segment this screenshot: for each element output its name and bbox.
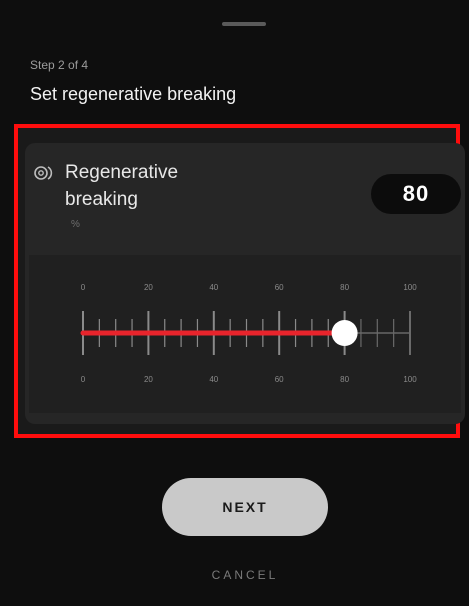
slider-thumb[interactable] [331,320,358,346]
next-button[interactable]: NEXT [162,478,328,536]
regen-slider[interactable] [29,255,461,413]
tick-label: 80 [340,375,350,384]
regen-icon [34,166,53,180]
setting-card: Regenerative breaking % 80 0 20 40 60 80… [25,143,465,424]
step-indicator: Step 2 of 4 [30,58,89,72]
tick-label: 0 [80,375,86,384]
tick-label: 100 [403,375,417,384]
page-title: Set regenerative breaking [30,84,237,104]
tick-labels-bottom: 0 20 40 60 80 100 [29,375,461,387]
cancel-button[interactable]: CANCEL [180,568,310,582]
tick-label: 40 [209,375,219,384]
slider-area: 0 20 40 60 80 100 0 20 40 60 80 100 [29,255,461,413]
tick-label: 20 [143,375,153,384]
setting-unit: % [71,219,80,230]
setting-label: Regenerative breaking [65,162,179,210]
value-display[interactable]: 80 [371,174,461,214]
tick-label: 60 [274,375,284,384]
sheet-drag-handle[interactable] [222,22,266,26]
